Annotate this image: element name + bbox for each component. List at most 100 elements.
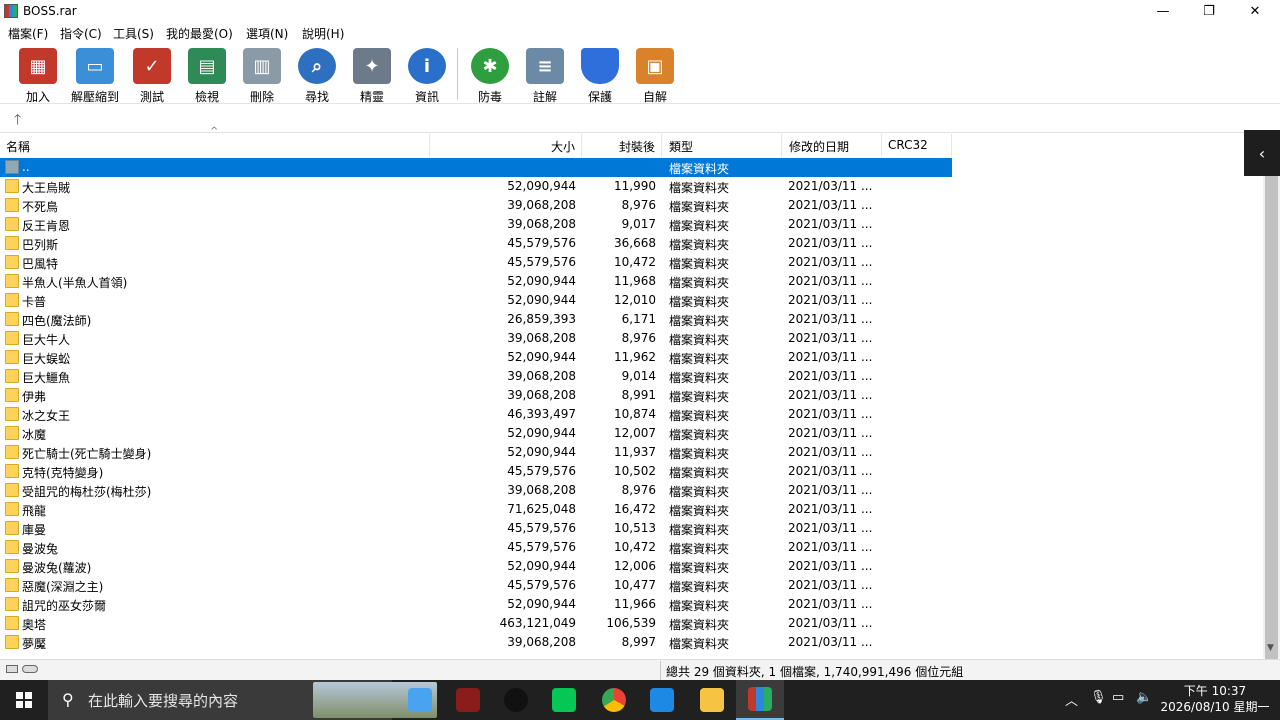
table-row[interactable]: 巨大蜈蚣 52,090,944 11,962 檔案資料夾 2021/03/11 ... — [0, 348, 952, 367]
row-name: 奧塔 — [22, 618, 47, 632]
folder-icon — [5, 635, 19, 649]
row-name: 死亡騎士(死亡騎士變身) — [22, 447, 152, 461]
info-button[interactable]: i 資訊 — [399, 48, 455, 105]
row-name: 巨大牛人 — [22, 333, 71, 347]
row-date: 2021/03/11 ... — [788, 217, 873, 231]
comment-button[interactable]: ≡ 註解 — [517, 48, 573, 105]
table-row[interactable]: 反王肯恩 39,068,208 9,017 檔案資料夾 2021/03/11 ... — [0, 215, 952, 234]
minimize-button[interactable]: — — [1140, 0, 1186, 22]
volume-icon[interactable]: 🔈 — [1136, 690, 1152, 705]
taskbar-app-qq[interactable] — [492, 680, 540, 720]
maximize-button[interactable]: ❐ — [1186, 0, 1232, 22]
table-row[interactable]: 克特(克特變身) 45,579,576 10,502 檔案資料夾 2021/03/11 … — [0, 462, 952, 481]
menu-options[interactable]: 選項(N) — [246, 25, 288, 42]
row-type: 檔案資料夾 — [669, 561, 730, 575]
microphone-icon[interactable]: 🎙 — [1090, 690, 1107, 705]
taskbar-app-explorer[interactable] — [688, 680, 736, 720]
row-size: 45,579,576 — [507, 236, 576, 250]
add-button[interactable]: ▦ 加入 — [10, 48, 66, 105]
table-row[interactable]: 巨大鱷魚 39,068,208 9,014 檔案資料夾 2021/03/11 ... — [0, 367, 952, 386]
tray-expand-icon[interactable]: ︿ — [1065, 690, 1078, 709]
row-date: 2021/03/11 ... — [788, 426, 873, 440]
system-clock[interactable]: 下午 10:37 2026/08/10 星期一 — [1160, 683, 1270, 715]
row-name: 庫曼 — [22, 523, 47, 537]
column-modified[interactable]: 修改的日期 — [782, 134, 882, 157]
test-button[interactable]: ✓ 測試 — [124, 48, 180, 105]
row-name: 巨大蜈蚣 — [22, 352, 71, 366]
table-row[interactable]: 冰之女王 46,393,497 10,874 檔案資料夾 2021/03/11 ... — [0, 405, 952, 424]
menu-favorites[interactable]: 我的最愛(O) — [166, 25, 233, 42]
key-icon[interactable] — [22, 665, 38, 673]
table-row[interactable]: 大王烏賊 52,090,944 11,990 檔案資料夾 2021/03/11 ... — [0, 177, 952, 196]
column-packed[interactable]: 封裝後 — [582, 134, 662, 157]
row-date: 2021/03/11 ... — [788, 521, 873, 535]
table-row[interactable]: 巴風特 45,579,576 10,472 檔案資料夾 2021/03/11 ... — [0, 253, 952, 272]
row-name: 夢魘 — [22, 637, 47, 651]
row-size: 45,579,576 — [507, 464, 576, 478]
taskbar-app-winrar[interactable] — [736, 680, 784, 720]
drive-icon[interactable] — [6, 665, 18, 673]
table-row[interactable]: 巨大牛人 39,068,208 8,976 檔案資料夾 2021/03/11 ... — [0, 329, 952, 348]
row-type: 檔案資料夾 — [669, 352, 730, 366]
table-row[interactable]: 詛咒的巫女莎爾 52,090,944 11,966 檔案資料夾 2021/03/11 .… — [0, 595, 952, 614]
antivirus-button[interactable]: ✱ 防毒 — [462, 48, 518, 105]
table-row[interactable]: 曼波兔(蘿波) 52,090,944 12,006 檔案資料夾 2021/03/11 .… — [0, 557, 952, 576]
column-name[interactable]: 名稱 — [0, 134, 430, 157]
menu-commands[interactable]: 指令(C) — [60, 25, 102, 42]
table-row[interactable]: 冰魔 52,090,944 12,007 檔案資料夾 2021/03/11 ... — [0, 424, 952, 443]
row-name: 巨大鱷魚 — [22, 371, 71, 385]
table-row[interactable]: 曼波兔 45,579,576 10,472 檔案資料夾 2021/03/11 ... — [0, 538, 952, 557]
taskbar-search[interactable]: ⚲ 在此輸入要搜尋的內容 — [48, 680, 437, 720]
column-crc32[interactable]: CRC32 — [882, 134, 952, 157]
table-row[interactable]: 卡普 52,090,944 12,010 檔案資料夾 2021/03/11 ... — [0, 291, 952, 310]
sfx-button[interactable]: ▣ 自解 — [627, 48, 683, 105]
table-row[interactable]: 伊弗 39,068,208 8,991 檔案資料夾 2021/03/11 ... — [0, 386, 952, 405]
up-arrow-icon[interactable]: 🡑 — [14, 109, 21, 133]
row-date: 2021/03/11 ... — [788, 597, 873, 611]
table-row[interactable]: 夢魘 39,068,208 8,997 檔案資料夾 2021/03/11 ... — [0, 633, 952, 652]
taskbar-app-chrome[interactable] — [590, 680, 638, 720]
row-packed: 8,976 — [621, 483, 656, 497]
start-button[interactable] — [0, 680, 48, 720]
scroll-down-icon[interactable]: ▼ — [1267, 643, 1274, 653]
row-type: 檔案資料夾 — [669, 580, 730, 594]
network-icon[interactable]: ▭ — [1112, 690, 1124, 705]
row-size: 39,068,208 — [507, 388, 576, 402]
table-row[interactable]: 四色(魔法師) 26,859,393 6,171 檔案資料夾 2021/03/11 ..… — [0, 310, 952, 329]
delete-button[interactable]: ▥ 刪除 — [234, 48, 290, 105]
parent-folder-row[interactable]: .. 檔案資料夾 — [0, 158, 952, 177]
menu-help[interactable]: 說明(H) — [302, 25, 344, 42]
close-button[interactable]: ✕ — [1232, 0, 1278, 22]
table-row[interactable]: 飛龍 71,625,048 16,472 檔案資料夾 2021/03/11 ... — [0, 500, 952, 519]
view-button[interactable]: ▤ 檢視 — [179, 48, 235, 105]
wizard-button[interactable]: ✦ 精靈 — [344, 48, 400, 105]
row-type: 檔案資料夾 — [669, 504, 730, 518]
row-size: 45,579,576 — [507, 255, 576, 269]
table-row[interactable]: 惡魔(深淵之主) 45,579,576 10,477 檔案資料夾 2021/03/11 … — [0, 576, 952, 595]
column-type[interactable]: 類型 — [662, 134, 782, 157]
table-row[interactable]: 死亡騎士(死亡騎士變身) 52,090,944 11,937 檔案資料夾 2021/03… — [0, 443, 952, 462]
taskbar-app-game[interactable] — [444, 680, 492, 720]
protect-button[interactable]: 保護 — [572, 48, 628, 105]
extract-to-button[interactable]: ▭ 解壓縮到 — [67, 48, 123, 105]
menu-file[interactable]: 檔案(F) — [8, 25, 48, 42]
column-size[interactable]: 大小 — [430, 134, 582, 157]
table-row[interactable]: 庫曼 45,579,576 10,513 檔案資料夾 2021/03/11 ... — [0, 519, 952, 538]
find-button[interactable]: ⌕ 尋找 — [289, 48, 345, 105]
taskbar-app-3d[interactable] — [396, 680, 444, 720]
title-bar: BOSS.rar — ❐ ✕ — [0, 0, 1280, 22]
row-name: 卡普 — [22, 295, 47, 309]
table-row[interactable]: 巴列斯 45,579,576 36,668 檔案資料夾 2021/03/11 ... — [0, 234, 952, 253]
menu-tools[interactable]: 工具(S) — [113, 25, 154, 42]
taskbar-app-remote[interactable] — [638, 680, 686, 720]
vertical-scrollbar[interactable]: ▼ — [1263, 134, 1280, 696]
table-row[interactable]: 半魚人(半魚人首領) 52,090,944 11,968 檔案資料夾 2021/03/1… — [0, 272, 952, 291]
row-type: 檔案資料夾 — [669, 409, 730, 423]
scrollbar-thumb[interactable] — [1265, 174, 1278, 696]
taskbar-app-line[interactable] — [540, 680, 588, 720]
table-row[interactable]: 不死鳥 39,068,208 8,976 檔案資料夾 2021/03/11 ... — [0, 196, 952, 215]
table-row[interactable]: 奧塔 463,121,049 106,539 檔案資料夾 2021/03/11 ... — [0, 614, 952, 633]
table-row[interactable]: 受詛咒的梅杜莎(梅杜莎) 39,068,208 8,976 檔案資料夾 2021/03/… — [0, 481, 952, 500]
row-type: 檔案資料夾 — [669, 257, 730, 271]
collapse-panel-icon[interactable]: ‹ — [1244, 130, 1280, 176]
